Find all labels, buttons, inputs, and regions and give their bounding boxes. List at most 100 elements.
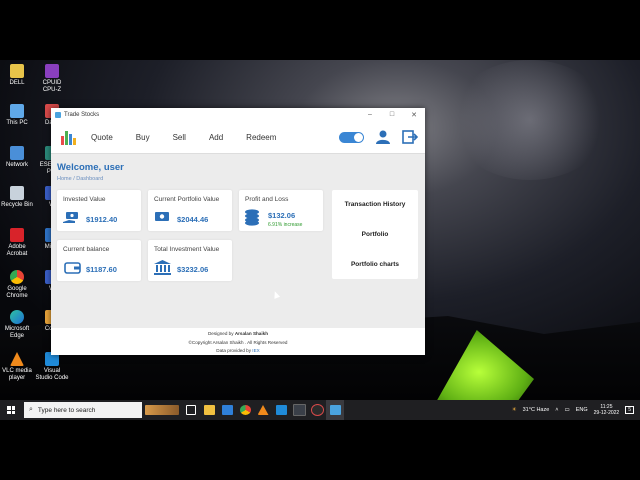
- bar-chart-logo-icon[interactable]: [61, 129, 77, 145]
- card-value: $132.06: [268, 211, 296, 220]
- desktop-icon-acrobat[interactable]: Adobe Acrobat: [0, 228, 34, 258]
- letterbox-bottom: [0, 420, 640, 480]
- weather-text[interactable]: 31°C Haze: [523, 407, 550, 413]
- breadcrumb[interactable]: Home / Dashboard: [57, 176, 103, 182]
- acrobat-icon: [10, 228, 24, 242]
- taskbar-news-widget[interactable]: [142, 400, 182, 420]
- navbar: Quote Buy Sell Add Redeem: [51, 121, 425, 154]
- taskbar: ⌕ Type here to search ☀ 31°C Haze ˄ ▭ EN…: [0, 400, 640, 420]
- footer: Designed by Arsalan Shaikh ©Copyright Ar…: [51, 328, 425, 355]
- card-value: $3232.06: [177, 265, 209, 274]
- taskbar-app-2[interactable]: [308, 400, 326, 420]
- desktop-icon-cpuz[interactable]: CPUID CPU-Z: [35, 64, 69, 94]
- desktop-icon-recycle-bin[interactable]: Recycle Bin: [0, 186, 34, 209]
- user-profile-icon[interactable]: [375, 130, 391, 144]
- footer-designed-by: Designed by Arsalan Shaikh: [207, 331, 269, 336]
- increase-percentage: 6.91% increase: [268, 222, 303, 228]
- weather-icon: ☀: [511, 407, 517, 413]
- portfolio-value-card: Current Portfolio Value $2044.46: [148, 190, 232, 231]
- nav-buy[interactable]: Buy: [136, 133, 150, 142]
- card-label: Current Portfolio Value: [154, 196, 220, 203]
- desktop-icon-vscode[interactable]: Visual Studio Code: [35, 352, 69, 382]
- theme-toggle[interactable]: [339, 131, 364, 143]
- toggle-knob: [354, 132, 363, 142]
- transaction-history-link[interactable]: Transaction History: [332, 201, 418, 208]
- desktop-icon-chrome[interactable]: Google Chrome: [0, 270, 34, 300]
- iex-link[interactable]: IEX: [252, 348, 259, 353]
- edge-icon: [10, 310, 24, 324]
- nav-right-controls: [339, 130, 418, 144]
- recycle-bin-icon: [10, 186, 24, 200]
- chrome-icon: [239, 405, 251, 415]
- profit-loss-card: Profit and Loss $132.06 6.91% increase: [239, 190, 323, 231]
- welcome-heading: Welcome, user: [57, 162, 124, 173]
- network-icon: [10, 146, 24, 160]
- nav-redeem[interactable]: Redeem: [246, 133, 276, 142]
- card-value: $2044.46: [177, 215, 209, 224]
- mail-icon: [221, 405, 233, 415]
- app-icon: [292, 404, 306, 416]
- taskbar-vscode[interactable]: [272, 400, 290, 420]
- invested-value-card: Invested Value $1912.40: [57, 190, 141, 231]
- clock-date: 29-12-2022: [593, 410, 620, 416]
- money-hand-icon: [63, 212, 78, 223]
- notification-icon[interactable]: 5: [625, 406, 634, 414]
- current-balance-card: Current balance $1187.60: [57, 240, 141, 281]
- footer-copyright: ©Copyright Arsalan Shaikh . All Rights R…: [188, 339, 288, 345]
- coin-stack-icon: [245, 209, 259, 226]
- wallet-icon: [64, 262, 81, 274]
- card-label: Profit and Loss: [245, 196, 289, 203]
- cpuz-icon: [45, 64, 59, 78]
- minimize-button[interactable]: –: [359, 111, 381, 118]
- title-bar[interactable]: Trade Stocks – □ ✕: [51, 108, 425, 121]
- card-value: $1187.60: [86, 265, 117, 274]
- folder-icon: [203, 405, 215, 415]
- nav-quote[interactable]: Quote: [91, 133, 113, 142]
- taskbar-chrome[interactable]: [236, 400, 254, 420]
- search-icon: ⌕: [29, 406, 33, 413]
- desktop-icon-vlc[interactable]: VLC media player: [0, 352, 34, 382]
- network-icon[interactable]: ▭: [565, 407, 570, 413]
- card-label: Invested Value: [63, 196, 106, 203]
- vlc-icon: [10, 352, 24, 366]
- task-view-icon: [186, 405, 196, 415]
- logout-icon[interactable]: [402, 130, 418, 144]
- card-label: Current balance: [63, 246, 110, 253]
- taskbar-file-explorer[interactable]: [200, 400, 218, 420]
- taskbar-vlc[interactable]: [254, 400, 272, 420]
- taskbar-mail[interactable]: [218, 400, 236, 420]
- trade-stocks-icon: [329, 405, 341, 415]
- system-tray: ☀ 31°C Haze ˄ ▭ ENG 11:25 29-12-2022 5: [512, 404, 634, 416]
- portfolio-link[interactable]: Portfolio: [332, 231, 418, 238]
- vscode-icon: [275, 405, 287, 415]
- windows-logo-icon: [7, 406, 15, 414]
- desktop-icon-network[interactable]: Network: [0, 146, 34, 169]
- news-widget-icon: [145, 405, 179, 415]
- close-button[interactable]: ✕: [403, 111, 425, 119]
- cash-icon: [155, 212, 169, 221]
- folder-icon: [10, 64, 24, 78]
- letterbox-top: [0, 0, 640, 60]
- nav-add[interactable]: Add: [209, 133, 223, 142]
- chrome-icon: [10, 270, 24, 284]
- total-investment-card: Total Investment Value $3232.06: [148, 240, 232, 281]
- taskbar-trade-stocks[interactable]: [326, 400, 344, 420]
- taskbar-search[interactable]: ⌕ Type here to search: [24, 402, 142, 418]
- maximize-button[interactable]: □: [381, 111, 403, 118]
- tray-chevron-up-icon[interactable]: ˄: [555, 407, 558, 413]
- trade-stocks-window: Trade Stocks – □ ✕ Quote Buy Sell Add Re…: [51, 108, 425, 355]
- desktop-icon-edge[interactable]: Microsoft Edge: [0, 310, 34, 340]
- nav-sell[interactable]: Sell: [173, 133, 186, 142]
- footer-data-provider: Data provided by IEX: [216, 348, 260, 353]
- app-icon: [310, 404, 324, 416]
- portfolio-charts-link[interactable]: Portfolio charts: [332, 261, 418, 268]
- clock[interactable]: 11:25 29-12-2022: [594, 404, 620, 416]
- taskbar-app[interactable]: [290, 400, 308, 420]
- desktop-icon-dell[interactable]: DELL: [0, 64, 34, 87]
- task-view-button[interactable]: [182, 400, 200, 420]
- bank-icon: [154, 260, 171, 275]
- start-button[interactable]: [0, 400, 22, 420]
- milky-way-glow: [450, 60, 610, 180]
- desktop-icon-this-pc[interactable]: This PC: [0, 104, 34, 127]
- language-indicator[interactable]: ENG: [576, 407, 588, 413]
